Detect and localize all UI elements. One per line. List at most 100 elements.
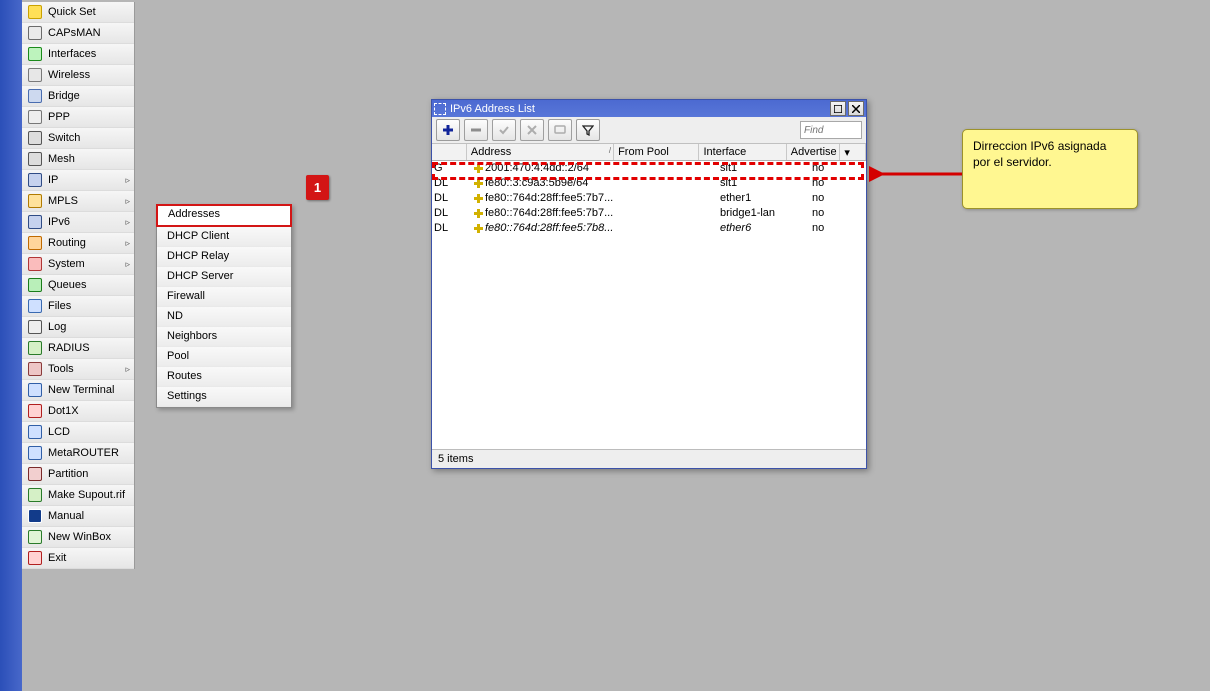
column-header-address[interactable]: Address/: [467, 144, 614, 160]
cell-flags: DL: [432, 191, 466, 206]
remove-button[interactable]: [464, 119, 488, 141]
sidebar-item-mesh[interactable]: Mesh: [22, 149, 134, 170]
sidebar-icon: [28, 509, 42, 523]
column-header-interface[interactable]: Interface: [699, 144, 786, 160]
sidebar-item-label: Routing: [48, 237, 86, 249]
toolbar: [432, 117, 866, 144]
submenu-item-nd[interactable]: ND: [157, 307, 291, 327]
sidebar-item-log[interactable]: Log: [22, 317, 134, 338]
sidebar-item-label: CAPsMAN: [48, 27, 101, 39]
titlebar[interactable]: IPv6 Address List: [432, 100, 866, 117]
address-icon: [474, 179, 483, 188]
sidebar-item-dot1x[interactable]: Dot1X: [22, 401, 134, 422]
sidebar-item-label: System: [48, 258, 85, 270]
submenu-item-firewall[interactable]: Firewall: [157, 287, 291, 307]
sidebar-item-label: Mesh: [48, 153, 75, 165]
cell-address: fe80::764d:28ff:fee5:7b8...: [466, 221, 626, 236]
column-header-from-pool[interactable]: From Pool: [614, 144, 699, 160]
sidebar-icon: [28, 89, 42, 103]
cell-advertise: no: [808, 176, 864, 191]
table-row[interactable]: DLfe80::764d:28ff:fee5:7b8...ether6no: [432, 221, 866, 236]
sidebar-item-label: MetaROUTER: [48, 447, 119, 459]
sidebar-item-system[interactable]: System▹: [22, 254, 134, 275]
comment-button[interactable]: [548, 119, 572, 141]
address-icon: [474, 194, 483, 203]
cell-interface: sit1: [716, 161, 808, 176]
sidebar-item-bridge[interactable]: Bridge: [22, 86, 134, 107]
sidebar-icon: [28, 110, 42, 124]
cell-flags: DL: [432, 176, 466, 191]
sidebar-item-label: Tools: [48, 363, 74, 375]
sidebar-item-routing[interactable]: Routing ▹: [22, 233, 134, 254]
sidebar-icon: [28, 152, 42, 166]
sidebar-icon: [28, 383, 42, 397]
submenu-item-dhcp-relay[interactable]: DHCP Relay: [157, 247, 291, 267]
annotation-marker-1: 1: [306, 175, 329, 200]
address-icon: [474, 209, 483, 218]
table-row[interactable]: DLfe80::3:c9a3:5b9e/64sit1no: [432, 176, 866, 191]
table-row[interactable]: G2001:470:4:4dd::2/64sit1no: [432, 161, 866, 176]
sidebar-item-label: MPLS: [48, 195, 78, 207]
sidebar-item-ipv6[interactable]: IPv6 ▹: [22, 212, 134, 233]
annotation-arrow: [869, 165, 974, 183]
sidebar-icon: [28, 530, 42, 544]
sidebar-item-switch[interactable]: Switch: [22, 128, 134, 149]
sidebar-item-label: IPv6: [48, 216, 70, 228]
sidebar-item-new-winbox[interactable]: New WinBox: [22, 527, 134, 548]
sidebar-item-capsman[interactable]: CAPsMAN: [22, 23, 134, 44]
sidebar-item-exit[interactable]: Exit: [22, 548, 134, 569]
filter-button[interactable]: [576, 119, 600, 141]
sidebar-item-manual[interactable]: Manual: [22, 506, 134, 527]
sidebar-item-new-terminal[interactable]: New Terminal: [22, 380, 134, 401]
sidebar-icon: [28, 173, 42, 187]
sidebar-item-lcd[interactable]: LCD: [22, 422, 134, 443]
column-header-advertise[interactable]: Advertise: [787, 144, 841, 160]
sidebar-icon: [28, 26, 42, 40]
sidebar-item-interfaces[interactable]: Interfaces: [22, 44, 134, 65]
window-icon: [434, 103, 446, 115]
submenu-item-settings[interactable]: Settings: [157, 387, 291, 407]
sidebar: Quick Set CAPsMAN InterfacesWirelessBridge…: [22, 2, 135, 569]
submenu-item-dhcp-server[interactable]: DHCP Server: [157, 267, 291, 287]
submenu-item-routes[interactable]: Routes: [157, 367, 291, 387]
sidebar-item-partition[interactable]: Partition: [22, 464, 134, 485]
sidebar-icon: [28, 47, 42, 61]
close-button[interactable]: [848, 101, 864, 116]
cell-interface: sit1: [716, 176, 808, 191]
submenu-item-addresses[interactable]: Addresses: [156, 204, 292, 227]
sidebar-item-radius[interactable]: RADIUS: [22, 338, 134, 359]
find-input[interactable]: [800, 121, 862, 139]
sidebar-item-ip[interactable]: IP▹: [22, 170, 134, 191]
sidebar-item-metarouter[interactable]: MetaROUTER: [22, 443, 134, 464]
address-icon: [474, 224, 483, 233]
submenu-item-pool[interactable]: Pool: [157, 347, 291, 367]
add-button[interactable]: [436, 119, 460, 141]
sidebar-item-ppp[interactable]: PPP: [22, 107, 134, 128]
chevron-right-icon: ▹: [125, 238, 130, 249]
sidebar-icon: [28, 320, 42, 334]
sidebar-item-label: New WinBox: [48, 531, 111, 543]
sidebar-item-tools[interactable]: Tools▹: [22, 359, 134, 380]
submenu-item-neighbors[interactable]: Neighbors: [157, 327, 291, 347]
sidebar-item-label: RADIUS: [48, 342, 90, 354]
sidebar-item-label: Quick Set: [48, 6, 96, 18]
table-row[interactable]: DLfe80::764d:28ff:fee5:7b7...bridge1-lan…: [432, 206, 866, 221]
cell-interface: ether6: [716, 221, 808, 236]
sidebar-icon: [28, 215, 42, 229]
submenu-item-dhcp-client[interactable]: DHCP Client: [157, 227, 291, 247]
disable-button[interactable]: [520, 119, 544, 141]
chevron-right-icon: ▹: [125, 217, 130, 228]
sidebar-item-queues[interactable]: Queues: [22, 275, 134, 296]
column-header-flags[interactable]: [432, 144, 467, 160]
maximize-button[interactable]: [830, 101, 846, 116]
sidebar-item-quick-set[interactable]: Quick Set: [22, 2, 134, 23]
column-picker-button[interactable]: ▾: [840, 144, 866, 160]
sidebar-item-mpls[interactable]: MPLS▹: [22, 191, 134, 212]
table-row[interactable]: DLfe80::764d:28ff:fee5:7b7...ether1no: [432, 191, 866, 206]
sidebar-item-wireless[interactable]: Wireless: [22, 65, 134, 86]
sidebar-item-make-supout-rif[interactable]: Make Supout.rif: [22, 485, 134, 506]
cell-advertise: no: [808, 161, 864, 176]
sidebar-icon: [28, 551, 42, 565]
enable-button[interactable]: [492, 119, 516, 141]
sidebar-item-files[interactable]: Files: [22, 296, 134, 317]
